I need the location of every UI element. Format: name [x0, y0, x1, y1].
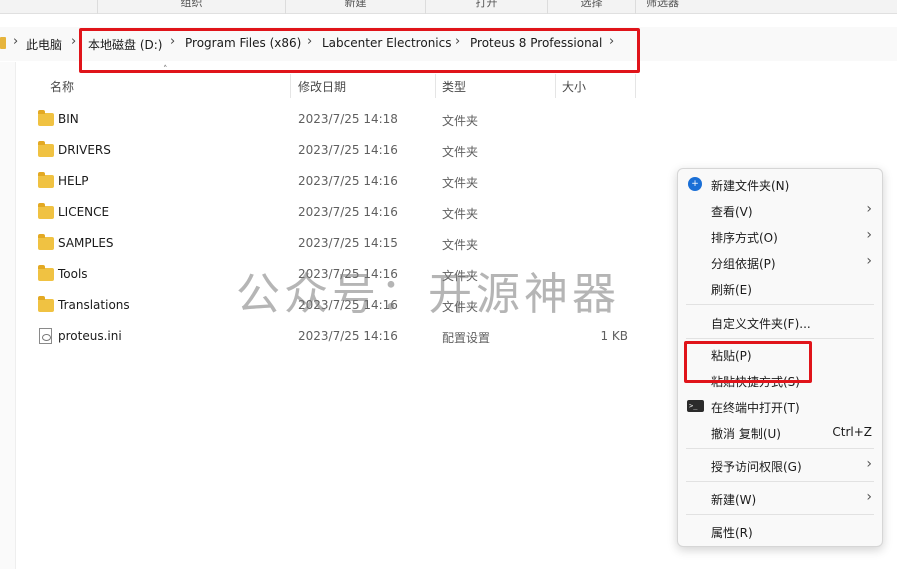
menu-separator	[686, 514, 874, 515]
folder-icon	[38, 203, 54, 219]
menu-item-label: 查看(V)	[711, 205, 753, 219]
menu-item-label: 自定义文件夹(F)...	[711, 317, 811, 331]
ribbon-group-filter: 筛选器	[635, 0, 689, 14]
menu-item-label: 在终端中打开(T)	[711, 401, 800, 415]
watermark-text: 公众号：开源神器	[236, 269, 620, 320]
folder-icon	[38, 141, 54, 157]
menu-item-label: 授予访问权限(G)	[711, 460, 802, 474]
menu-item-refresh[interactable]: 刷新(E)	[678, 275, 882, 301]
file-name: LICENCE	[58, 205, 110, 219]
file-date: 2023/7/25 14:16	[298, 143, 398, 157]
file-row-proteus-ini[interactable]: proteus.ini 2023/7/25 14:16 配置设置 1 KB	[30, 321, 670, 352]
folder-icon	[38, 172, 54, 188]
column-header-date[interactable]: 修改日期	[298, 78, 346, 95]
menu-separator	[686, 304, 874, 305]
file-type: 文件夹	[442, 114, 479, 128]
ribbon-group-select: 选择	[547, 0, 635, 14]
folder-icon	[38, 265, 54, 281]
menu-item-label: 排序方式(O)	[711, 231, 778, 245]
column-divider[interactable]	[555, 74, 556, 98]
menu-item-label: 分组依据(P)	[711, 257, 776, 271]
ribbon-group-new: 新建	[285, 0, 425, 14]
menu-item-shortcut: Ctrl+Z	[832, 425, 872, 439]
breadcrumb-separator[interactable]: ›	[71, 34, 76, 49]
folder-icon	[38, 234, 54, 250]
menu-item-label: 新建文件夹(N)	[711, 179, 790, 193]
file-name: proteus.ini	[58, 329, 122, 343]
chevron-right-icon: ›	[866, 201, 872, 217]
chevron-right-icon: ›	[866, 227, 872, 243]
menu-separator	[686, 481, 874, 482]
menu-item-sort-by[interactable]: 排序方式(O) ›	[678, 223, 882, 249]
file-date: 2023/7/25 14:15	[298, 236, 398, 250]
file-date: 2023/7/25 14:18	[298, 112, 398, 126]
menu-item-properties[interactable]: 属性(R)	[678, 518, 882, 544]
file-type: 配置设置	[442, 331, 491, 345]
file-type: 文件夹	[442, 238, 479, 252]
column-divider[interactable]	[635, 74, 636, 98]
folder-icon	[0, 37, 6, 49]
ribbon-group-labels: 组织 新建 打开 选择 筛选器	[0, 0, 897, 14]
ribbon-group-open: 打开	[425, 0, 547, 14]
file-name: Translations	[58, 298, 130, 312]
menu-item-undo-copy[interactable]: 撤消 复制(U) Ctrl+Z	[678, 419, 882, 445]
file-type: 文件夹	[442, 176, 479, 190]
folder-icon	[38, 110, 54, 126]
file-name: HELP	[58, 174, 89, 188]
menu-item-customize-folder[interactable]: 自定义文件夹(F)...	[678, 309, 882, 335]
file-name: DRIVERS	[58, 143, 111, 157]
file-name: BIN	[58, 112, 79, 126]
menu-item-label: 刷新(E)	[711, 283, 752, 297]
chevron-right-icon: ›	[866, 456, 872, 472]
file-date: 2023/7/25 14:16	[298, 329, 398, 343]
menu-item-new[interactable]: 新建(W) ›	[678, 485, 882, 511]
file-type: 文件夹	[442, 145, 479, 159]
file-name: SAMPLES	[58, 236, 114, 250]
column-header-name[interactable]: 名称	[50, 78, 74, 95]
file-name: Tools	[58, 267, 88, 281]
menu-item-group-by[interactable]: 分组依据(P) ›	[678, 249, 882, 275]
new-folder-icon: +	[688, 177, 702, 191]
menu-separator	[686, 448, 874, 449]
ribbon-group-organize: 组织	[97, 0, 285, 14]
file-date: 2023/7/25 14:16	[298, 174, 398, 188]
file-row-licence[interactable]: LICENCE 2023/7/25 14:16 文件夹	[30, 197, 670, 228]
menu-item-label: 属性(R)	[711, 526, 753, 540]
breadcrumb-this-pc[interactable]: 此电脑	[26, 36, 62, 53]
chevron-right-icon: ›	[866, 253, 872, 269]
sort-caret-icon: ˄	[163, 65, 168, 75]
paste-highlight-box	[684, 341, 812, 383]
column-header-type[interactable]: 类型	[442, 78, 466, 95]
file-row-bin[interactable]: BIN 2023/7/25 14:18 文件夹	[30, 104, 670, 135]
file-row-help[interactable]: HELP 2023/7/25 14:16 文件夹	[30, 166, 670, 197]
menu-separator	[686, 338, 874, 339]
menu-item-view[interactable]: 查看(V) ›	[678, 197, 882, 223]
file-size: 1 KB	[600, 329, 628, 343]
chevron-right-icon: ›	[866, 489, 872, 505]
file-row-drivers[interactable]: DRIVERS 2023/7/25 14:16 文件夹	[30, 135, 670, 166]
menu-item-give-access[interactable]: 授予访问权限(G) ›	[678, 452, 882, 478]
menu-item-open-in-terminal[interactable]: >_ 在终端中打开(T)	[678, 393, 882, 419]
menu-item-new-folder[interactable]: + 新建文件夹(N)	[678, 171, 882, 197]
terminal-icon: >_	[687, 400, 704, 412]
breadcrumb-separator: ›	[13, 34, 19, 49]
column-divider[interactable]	[290, 74, 291, 98]
column-header-size[interactable]: 大小	[562, 78, 586, 95]
settings-file-icon	[39, 328, 52, 344]
file-date: 2023/7/25 14:16	[298, 205, 398, 219]
menu-item-label: 新建(W)	[711, 493, 757, 507]
menu-item-label: 撤消 复制(U)	[711, 427, 781, 441]
column-divider[interactable]	[435, 74, 436, 98]
file-row-samples[interactable]: SAMPLES 2023/7/25 14:15 文件夹	[30, 228, 670, 259]
navigation-pane-edge	[0, 62, 16, 569]
file-type: 文件夹	[442, 207, 479, 221]
folder-icon	[38, 296, 54, 312]
